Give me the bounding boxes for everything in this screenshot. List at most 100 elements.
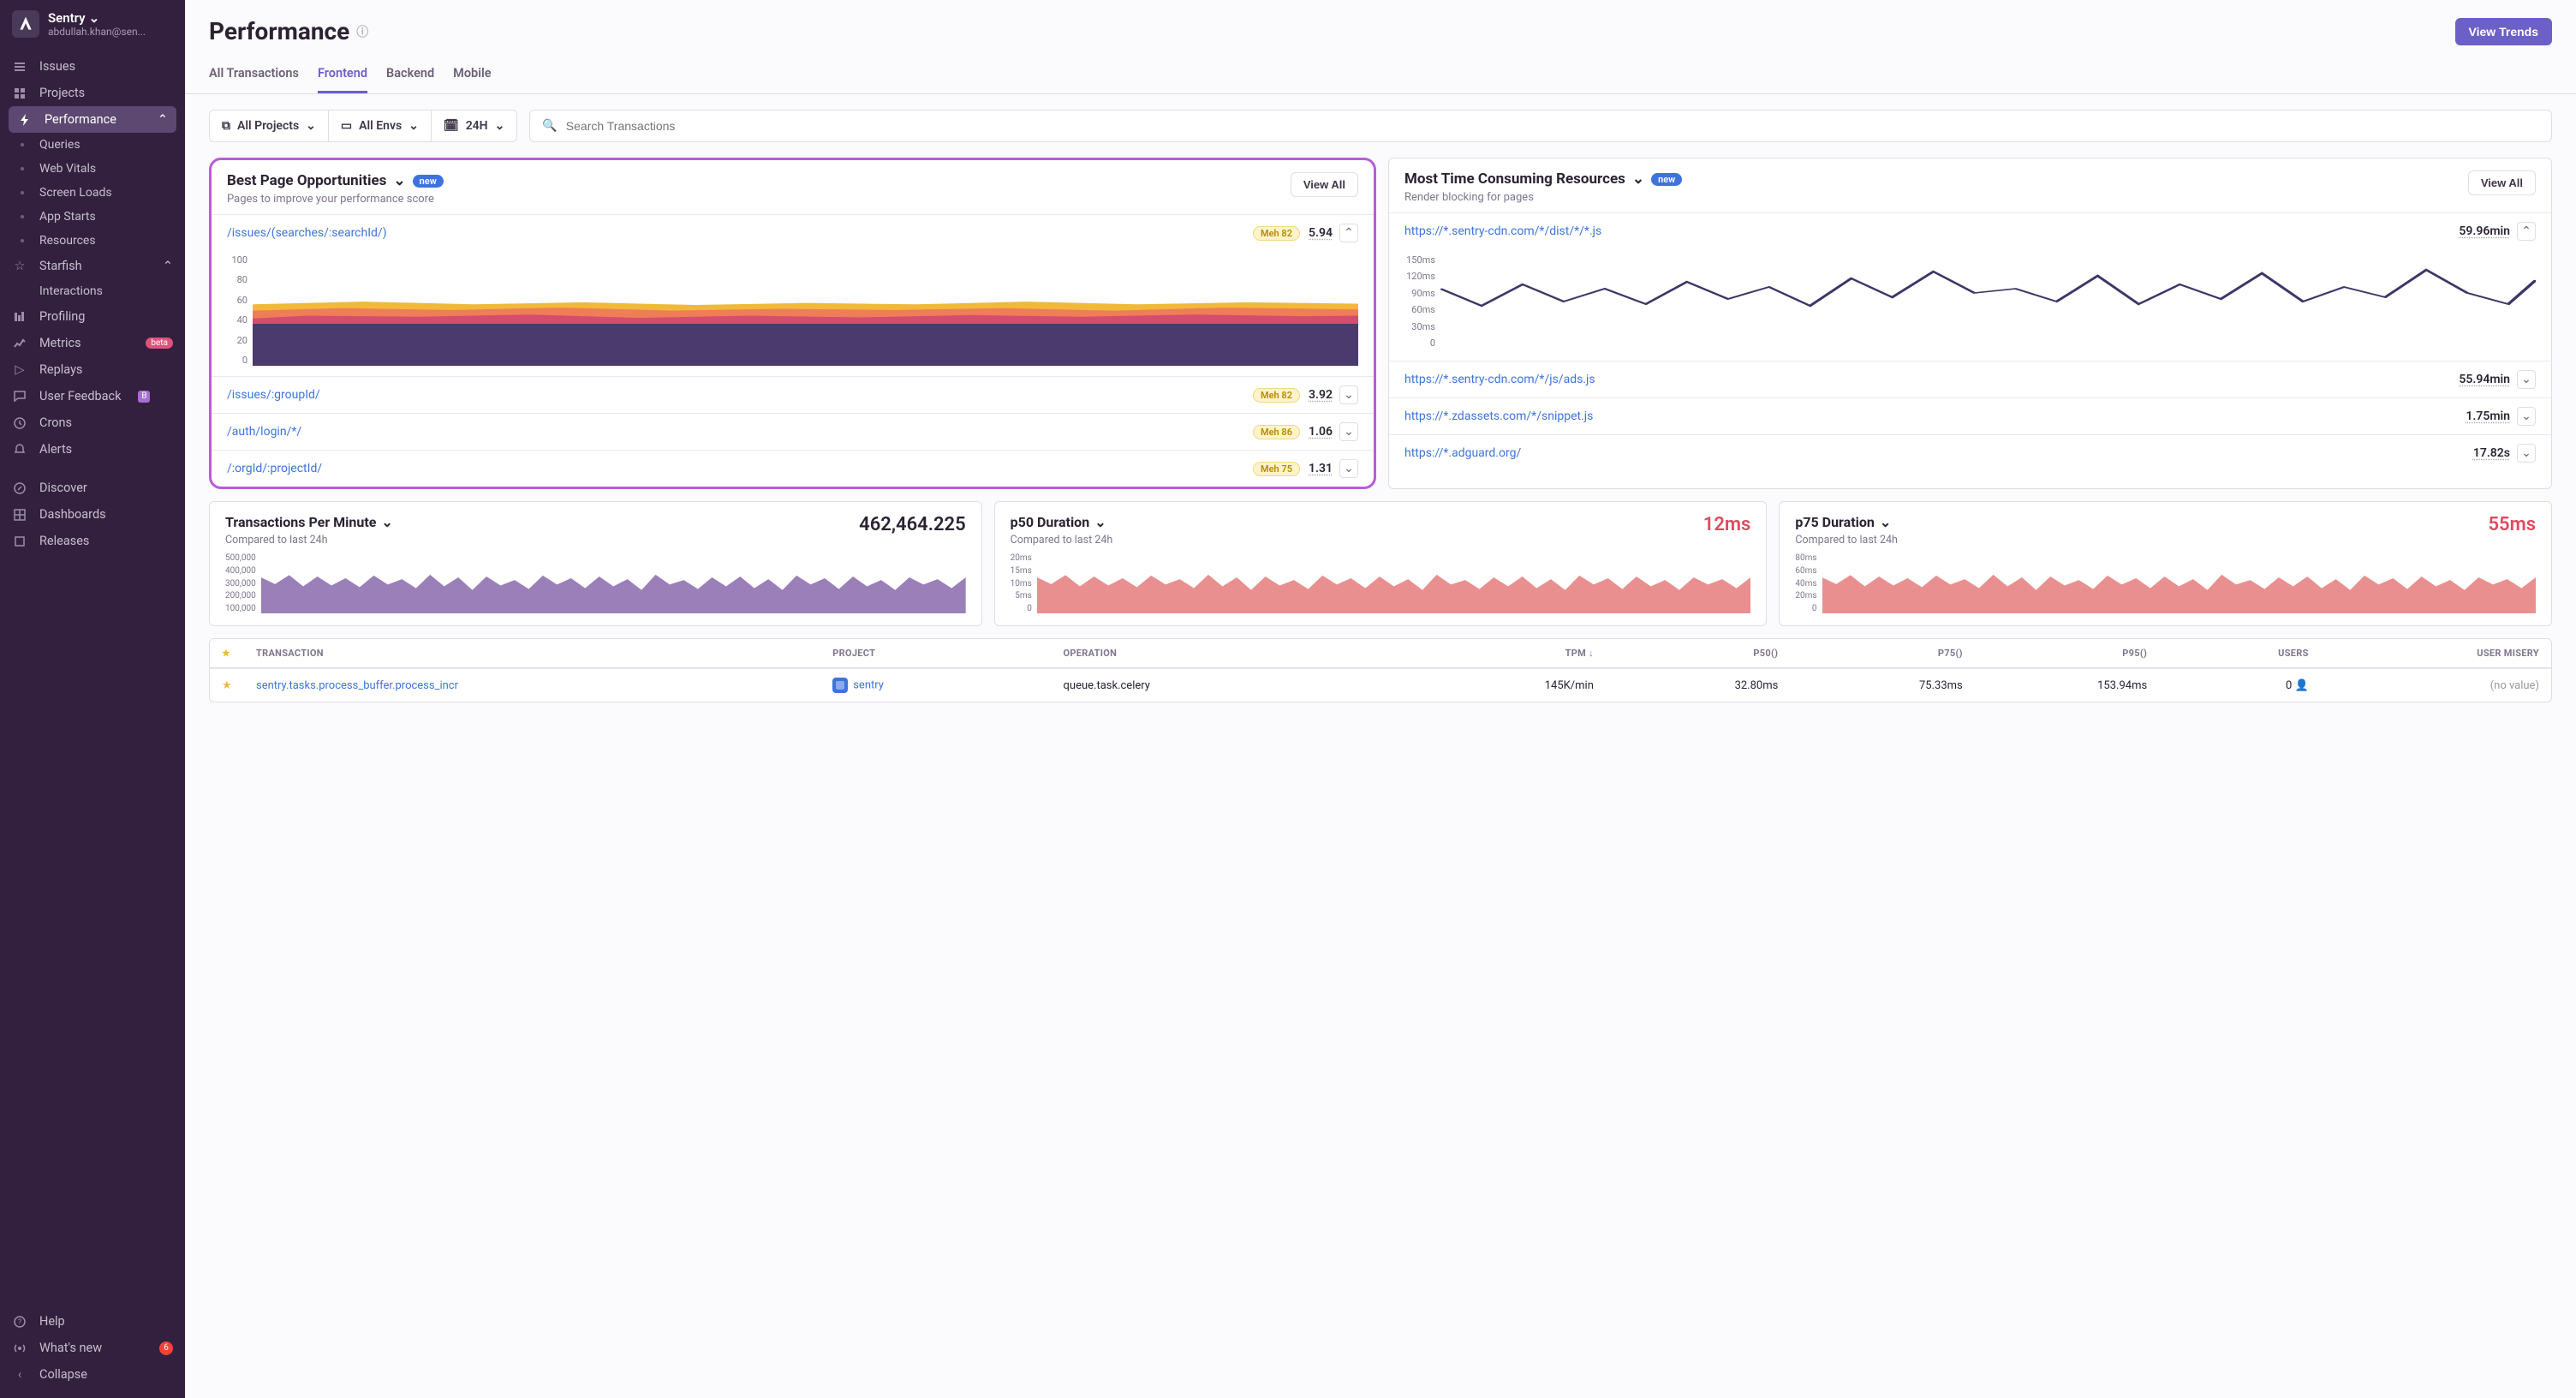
nav-discover[interactable]: Discover [0, 475, 185, 501]
nav-label: User Feedback [39, 389, 121, 403]
nav-metrics[interactable]: Metricsbeta [0, 330, 185, 356]
nav-label: Screen Loads [39, 186, 112, 200]
nav-dashboards[interactable]: Dashboards [0, 501, 185, 528]
expand-button[interactable]: ⌄ [1339, 422, 1358, 441]
nav-replays[interactable]: ▷Replays [0, 356, 185, 383]
tab-frontend[interactable]: Frontend [318, 59, 367, 93]
row-star[interactable]: ★ [222, 679, 256, 692]
th-transaction[interactable]: TRANSACTION [256, 648, 832, 659]
opportunity-link[interactable]: /auth/login/*/ [227, 425, 1253, 439]
tab-all-transactions[interactable]: All Transactions [209, 59, 299, 93]
row-project[interactable]: sentry [832, 678, 1063, 693]
nav-whats-new[interactable]: What's new6 [0, 1335, 185, 1361]
view-trends-button[interactable]: View Trends [2455, 18, 2552, 45]
th-p95[interactable]: P95() [1963, 648, 2147, 659]
resource-link[interactable]: https://*.sentry-cdn.com/*/js/ads.js [1404, 373, 2459, 386]
resource-link[interactable]: https://*.sentry-cdn.com/*/dist/*/*.js [1404, 224, 2459, 238]
nav-crons[interactable]: Crons [0, 409, 185, 436]
nav-user-feedback[interactable]: User Feedback B [0, 383, 185, 409]
expand-button[interactable]: ⌄ [1339, 385, 1358, 404]
nav-app-starts[interactable]: App Starts [39, 205, 185, 229]
panel-title[interactable]: Most Time Consuming Resources⌄new [1404, 170, 1682, 188]
panel-subtitle: Render blocking for pages [1404, 191, 1682, 204]
dot-icon [21, 167, 24, 170]
resource-metric: 55.94min [2459, 373, 2510, 386]
env-filter[interactable]: ▭All Envs⌄ [329, 111, 432, 141]
org-switcher[interactable]: Sentry⌄ abdullah.khan@sen... [0, 0, 185, 48]
expand-button[interactable]: ⌄ [1339, 459, 1358, 478]
panel-title[interactable]: Transactions Per Minute⌄ [225, 514, 966, 530]
new-badge: new [413, 175, 444, 188]
nav-alerts[interactable]: Alerts [0, 436, 185, 463]
row-p95: 153.94ms [1963, 679, 2147, 692]
nav-label: Crons [39, 415, 72, 430]
panel-subtitle: Compared to last 24h [1011, 534, 1751, 547]
star-icon: ☆ [12, 259, 27, 273]
stat-value: 12ms [1703, 514, 1751, 535]
th-tpm[interactable]: TPM ↓ [1363, 648, 1594, 659]
nav-performance[interactable]: Performance⌃ [9, 106, 176, 133]
nav-interactions[interactable]: Interactions [39, 279, 185, 303]
tab-mobile[interactable]: Mobile [453, 59, 491, 93]
view-all-button[interactable]: View All [1291, 172, 1358, 197]
replays-icon: ▷ [12, 362, 27, 377]
nav-releases[interactable]: Releases [0, 528, 185, 554]
p50-sparkline [1037, 553, 1751, 613]
th-p75[interactable]: P75() [1778, 648, 1962, 659]
opportunity-link[interactable]: /issues/:groupId/ [227, 388, 1253, 402]
info-icon[interactable]: ⓘ [356, 23, 368, 40]
tpm-sparkline [261, 553, 966, 613]
expand-button[interactable]: ⌄ [2517, 370, 2536, 389]
nav-queries[interactable]: Queries [39, 133, 185, 157]
project-filter[interactable]: ⧉All Projects⌄ [210, 111, 329, 141]
nav-collapse[interactable]: ‹Collapse [0, 1361, 185, 1388]
line-chart [1440, 254, 2536, 349]
beta-badge: B [138, 391, 150, 403]
nav-resources[interactable]: Resources [39, 229, 185, 253]
panel-title[interactable]: Best Page Opportunities⌄new [227, 172, 444, 189]
th-misery[interactable]: USER MISERY [2309, 648, 2539, 659]
view-all-button[interactable]: View All [2468, 170, 2536, 195]
table-header: ★ TRANSACTION PROJECT OPERATION TPM ↓ P5… [210, 639, 2551, 668]
expand-button[interactable]: ⌄ [2517, 407, 2536, 426]
panel-title[interactable]: p75 Duration⌄ [1795, 514, 2536, 530]
env-icon: ▭ [341, 119, 352, 133]
panel-title[interactable]: p50 Duration⌄ [1011, 514, 1751, 530]
expand-button[interactable]: ⌄ [2517, 444, 2536, 463]
tab-backend[interactable]: Backend [386, 59, 434, 93]
chevron-down-icon: ⌄ [306, 119, 316, 133]
row-transaction[interactable]: sentry.tasks.process_buffer.process_incr [256, 679, 832, 692]
opportunity-link[interactable]: /issues/(searches/:searchId/) [227, 226, 1253, 240]
search-box[interactable]: 🔍 [529, 110, 2552, 142]
resource-link[interactable]: https://*.zdassets.com/*/snippet.js [1404, 409, 2466, 423]
sentry-logo-icon [12, 10, 39, 38]
time-filter[interactable]: 🗓24H⌄ [432, 111, 516, 141]
th-star[interactable]: ★ [222, 648, 256, 659]
nav-help[interactable]: ?Help [0, 1308, 185, 1335]
panel-opportunities: Best Page Opportunities⌄new Pages to imp… [209, 158, 1376, 489]
opportunity-score: 3.92 [1309, 388, 1333, 402]
opportunity-link[interactable]: /:orgId/:projectId/ [227, 462, 1253, 475]
resource-link[interactable]: https://*.adguard.org/ [1404, 446, 2473, 460]
nav-screen-loads[interactable]: Screen Loads [39, 181, 185, 205]
sidebar: Sentry⌄ abdullah.khan@sen... Issues Proj… [0, 0, 185, 1398]
th-project[interactable]: PROJECT [832, 648, 1063, 659]
nav-label: Issues [39, 59, 75, 74]
nav-profiling[interactable]: Profiling [0, 303, 185, 330]
th-operation[interactable]: OPERATION [1064, 648, 1363, 659]
nav-web-vitals[interactable]: Web Vitals [39, 157, 185, 181]
nav-label: Dashboards [39, 507, 106, 522]
th-users[interactable]: USERS [2147, 648, 2309, 659]
count-badge: 6 [159, 1341, 173, 1355]
th-p50[interactable]: P50() [1594, 648, 1778, 659]
filter-group: ⧉All Projects⌄ ▭All Envs⌄ 🗓24H⌄ [209, 110, 517, 142]
collapse-button[interactable]: ⌃ [1339, 224, 1358, 242]
org-name: Sentry⌄ [48, 10, 173, 26]
chevron-up-icon: ⌃ [158, 112, 168, 127]
table-row[interactable]: ★ sentry.tasks.process_buffer.process_in… [210, 668, 2551, 702]
nav-issues[interactable]: Issues [0, 53, 185, 80]
nav-starfish[interactable]: ☆Starfish⌃ [0, 253, 185, 279]
search-input[interactable] [566, 111, 2539, 141]
nav-projects[interactable]: Projects [0, 80, 185, 106]
collapse-button[interactable]: ⌃ [2517, 222, 2536, 241]
